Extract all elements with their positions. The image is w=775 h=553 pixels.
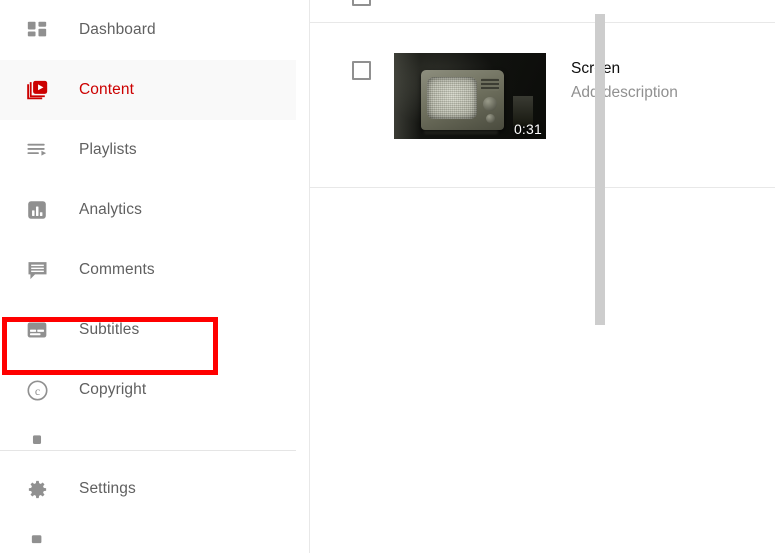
- thumbnail-wall-light: [394, 53, 420, 139]
- row-select-checkbox[interactable]: [352, 61, 371, 80]
- sidebar-item-label: Content: [79, 81, 134, 98]
- comments-icon: [22, 255, 52, 285]
- video-metadata: Screen Add description: [571, 53, 678, 103]
- sidebar-border: [309, 0, 310, 553]
- sidebar-item-label: Dashboard: [79, 21, 156, 38]
- sidebar-item-playlists[interactable]: Playlists: [0, 120, 296, 180]
- sidebar-item-settings[interactable]: Settings: [0, 451, 296, 527]
- sidebar-item-analytics[interactable]: Analytics: [0, 180, 296, 240]
- sidebar-footer-section: Settings: [0, 451, 296, 547]
- video-list-panel: 0:31 Screen Add description: [310, 0, 775, 553]
- thumbnail-tv-knob-small: [486, 114, 495, 123]
- sidebar-item-label: Subtitles: [79, 321, 140, 338]
- content-icon: [22, 75, 52, 105]
- sidebar-item-content[interactable]: Content: [0, 60, 296, 120]
- sidebar-navigation: Dashboard Content Playlists Analytics Co…: [0, 0, 296, 553]
- gear-icon: [22, 474, 52, 504]
- copyright-icon: c: [22, 375, 52, 405]
- empty-area: [310, 188, 775, 553]
- monetization-icon: [22, 429, 52, 450]
- sidebar-item-label: Playlists: [79, 141, 137, 158]
- video-thumbnail[interactable]: 0:31: [394, 53, 546, 139]
- sidebar-scrollbar-track[interactable]: [297, 0, 605, 553]
- youtube-studio-window: Dashboard Content Playlists Analytics Co…: [0, 0, 775, 553]
- row-select-checkbox[interactable]: [352, 0, 371, 6]
- sidebar-item-dashboard[interactable]: Dashboard: [0, 0, 296, 60]
- sidebar-item-label: Copyright: [79, 381, 147, 398]
- table-row[interactable]: 0:31 Screen Add description: [310, 23, 775, 187]
- sidebar-main-section: Dashboard Content Playlists Analytics Co…: [0, 0, 296, 450]
- sidebar-scrollbar-thumb[interactable]: [595, 14, 605, 325]
- sidebar-item-subtitles[interactable]: Subtitles: [0, 300, 296, 360]
- svg-text:c: c: [34, 383, 39, 397]
- playlists-icon: [22, 135, 52, 165]
- thumbnail-tv-vent: [481, 78, 499, 91]
- sidebar-item-label: Settings: [79, 480, 136, 497]
- video-title[interactable]: Screen: [571, 59, 678, 79]
- dashboard-icon: [22, 15, 52, 45]
- send-feedback-icon: [22, 527, 52, 547]
- thumbnail-tv-knob-large: [483, 97, 497, 111]
- table-row-partial[interactable]: [310, 0, 775, 22]
- analytics-icon: [22, 195, 52, 225]
- thumbnail-crt-television: [421, 70, 504, 130]
- sidebar-item-copyright[interactable]: c Copyright: [0, 360, 296, 420]
- thumbnail-tv-static-screen: [427, 77, 477, 119]
- sidebar-item-partial-bottom[interactable]: [0, 527, 296, 547]
- sidebar-item-label: Analytics: [79, 201, 142, 218]
- video-duration-badge: 0:31: [513, 121, 542, 137]
- subtitles-icon: [22, 315, 52, 345]
- sidebar-item-partial-top[interactable]: [0, 420, 296, 450]
- video-description-placeholder[interactable]: Add description: [571, 83, 678, 103]
- sidebar-item-comments[interactable]: Comments: [0, 240, 296, 300]
- sidebar-item-label: Comments: [79, 261, 155, 278]
